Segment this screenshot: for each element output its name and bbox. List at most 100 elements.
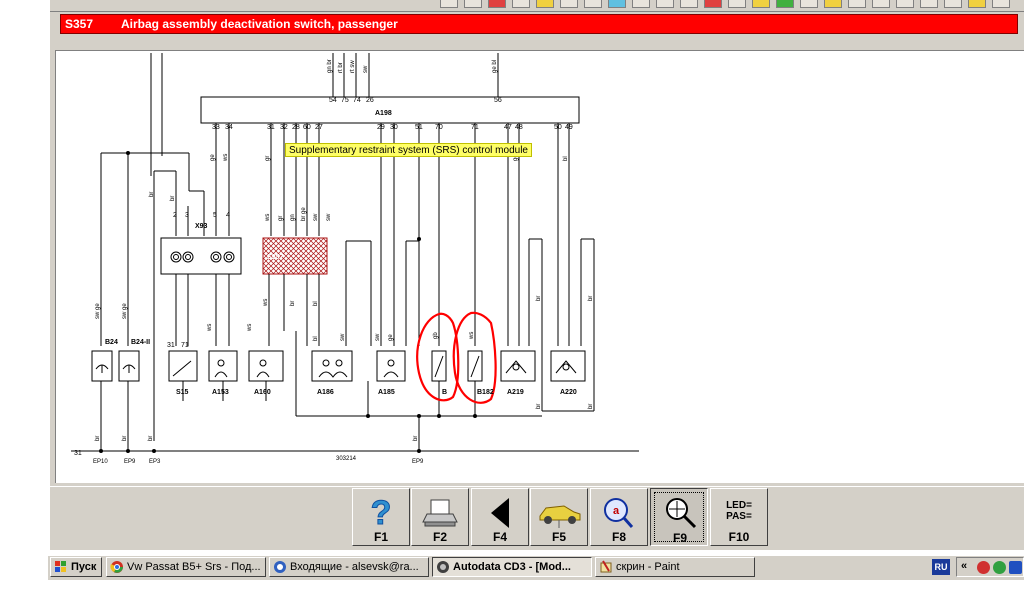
taskbar-item-paint[interactable]: скрин - Paint	[595, 557, 755, 577]
taskbar-item-autodata[interactable]: Autodata CD3 - [Mod...	[432, 557, 592, 577]
language-indicator[interactable]: RU	[932, 559, 950, 575]
toolbar-button[interactable]	[464, 0, 482, 8]
windows-logo-icon	[55, 561, 66, 572]
pin-label: 33	[212, 124, 220, 131]
toolbar-button[interactable]	[968, 0, 986, 8]
toolbar-button[interactable]	[752, 0, 770, 8]
switch-pin-label: 71	[181, 342, 189, 349]
component-label: B182	[477, 389, 494, 396]
start-button[interactable]: Пуск	[50, 557, 102, 577]
component-label: S357	[267, 254, 283, 261]
wire-color-label: sw	[313, 213, 319, 221]
connector-pin-label: 5	[213, 212, 217, 219]
pin-label: 31	[267, 124, 275, 131]
pin-label: 75	[341, 97, 349, 104]
highlight-ring-b	[416, 312, 460, 402]
taskbar-item-opera[interactable]: Входящие - alsevsk@ra...	[269, 557, 429, 577]
toolbar-button[interactable]	[536, 0, 554, 8]
component-label: A186	[317, 389, 334, 396]
utorrent-tray-icon[interactable]	[993, 561, 1006, 574]
car-icon	[539, 505, 581, 528]
toolbar-button[interactable]	[824, 0, 842, 8]
wire-color-label: br	[290, 301, 296, 306]
pin-label: 49	[565, 124, 573, 131]
antivirus-tray-icon[interactable]	[977, 561, 990, 574]
f5-label: F5	[551, 530, 566, 544]
wire-color-label: gn br	[327, 59, 333, 73]
ground-number: 31	[74, 450, 82, 457]
f1-help-button[interactable]: ? F1	[352, 488, 410, 546]
toolbar-button[interactable]	[488, 0, 506, 8]
f8-search-button[interactable]: a F8	[590, 488, 648, 546]
toolbar-button[interactable]	[704, 0, 722, 8]
toolbar-button[interactable]	[800, 0, 818, 8]
led-pas-text-icon: LED= PAS=	[726, 500, 752, 522]
wire-color-label: rt sw	[350, 60, 356, 73]
tray-expand-chevron-icon[interactable]: «	[961, 560, 967, 572]
toolbar-button[interactable]	[632, 0, 650, 8]
toolbar-button[interactable]	[728, 0, 746, 8]
component-label: A160	[254, 389, 271, 396]
pin-label: 27	[315, 124, 323, 131]
module-label: A198	[375, 110, 392, 117]
wire-color-label: br	[148, 436, 154, 441]
network-tray-icon[interactable]	[1009, 561, 1022, 574]
wire-color-label: ws	[263, 299, 269, 307]
f5-car-button[interactable]: F5	[530, 488, 588, 546]
wire-color-label: sw	[363, 65, 369, 73]
toolbar-button[interactable]	[584, 0, 602, 8]
pin-label: 54	[329, 97, 337, 104]
toolbar-button[interactable]	[608, 0, 626, 8]
wire-color-label: ge	[210, 154, 216, 161]
toolbar-button[interactable]	[512, 0, 530, 8]
wire-color-label: gr	[278, 216, 284, 221]
zoom-magnifier-icon	[666, 498, 697, 529]
switch-pin-label: 31	[167, 342, 175, 349]
wire-color-label: br	[95, 436, 101, 441]
toolbar-button[interactable]	[848, 0, 866, 8]
back-arrow-icon	[491, 498, 509, 528]
toolbar-button[interactable]	[656, 0, 674, 8]
wire-color-label: br	[413, 436, 419, 441]
wire-color-label: br	[536, 404, 542, 409]
toolbar-button[interactable]	[896, 0, 914, 8]
taskbar-item-chrome[interactable]: Vw Passat B5+ Srs - Под...	[106, 557, 266, 577]
toolbar-button[interactable]	[992, 0, 1010, 8]
pin-label: 30	[390, 124, 398, 131]
wire-color-label: br	[588, 404, 594, 409]
toolbar-button[interactable]	[440, 0, 458, 8]
toolbar-button[interactable]	[872, 0, 890, 8]
wiring-diagram[interactable]: 54 75 74 26 56 33 34 31 32 28 60 27 29 3…	[55, 50, 1024, 483]
wire-color-label: ws	[207, 324, 213, 332]
taskbar-item-label: Vw Passat B5+ Srs - Под...	[127, 561, 261, 573]
wire-color-label: sw ge	[95, 303, 101, 319]
toolbar-button[interactable]	[944, 0, 962, 8]
connector-label: X93	[195, 223, 208, 230]
opera-icon	[274, 561, 286, 573]
toolbar-button[interactable]	[560, 0, 578, 8]
pin-label: 28	[292, 124, 300, 131]
system-tray: «	[956, 557, 1024, 577]
toolbar-strip	[50, 0, 1024, 12]
wire-color-label: sw	[326, 213, 332, 221]
f2-print-button[interactable]: F2	[411, 488, 469, 546]
wire-color-label: br	[536, 296, 542, 301]
component-label: A220	[560, 389, 577, 396]
component-label: A153	[212, 389, 229, 396]
wire-color-label: bl	[563, 156, 569, 161]
wire-color-label: gn	[290, 214, 296, 221]
wire-color-label: br ge	[301, 207, 307, 221]
component-a220-box	[550, 350, 586, 382]
f8-label: F8	[611, 530, 626, 544]
f9-zoom-button[interactable]: F9	[650, 488, 708, 546]
toolbar-button[interactable]	[680, 0, 698, 8]
f4-back-button[interactable]: F4	[471, 488, 529, 546]
component-code: S357	[65, 17, 94, 31]
f10-led-button[interactable]: LED= PAS= F10	[710, 488, 768, 546]
toolbar-button[interactable]	[776, 0, 794, 8]
pin-label: 32	[280, 124, 288, 131]
toolbar-button[interactable]	[920, 0, 938, 8]
pin-label: 26	[366, 97, 374, 104]
component-label: B24-II	[131, 339, 150, 346]
pin-label: 60	[303, 124, 311, 131]
